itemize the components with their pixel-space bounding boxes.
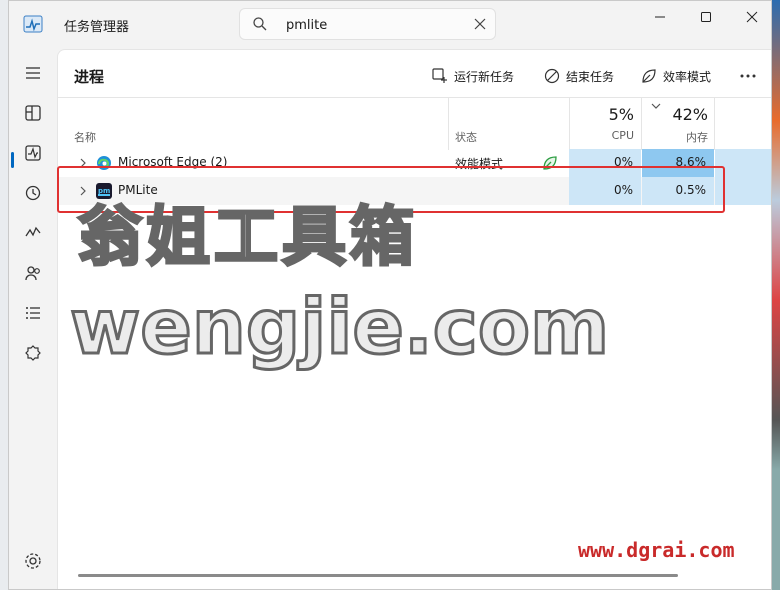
maximize-icon — [701, 12, 711, 22]
startup-icon — [25, 226, 41, 237]
leaf-icon — [642, 69, 656, 83]
search-input[interactable] — [286, 15, 456, 35]
end-task-icon — [544, 68, 560, 84]
column-header-status[interactable]: 状态 — [455, 129, 477, 145]
efficiency-mode-button[interactable]: 效率模式 — [641, 64, 711, 88]
watermark-text: 翁姐工具箱 — [77, 200, 418, 277]
close-icon — [746, 11, 758, 23]
page-title: 进程 — [74, 68, 105, 86]
search-icon — [253, 17, 267, 31]
run-new-task-icon — [432, 68, 447, 83]
side-navigation — [9, 49, 57, 589]
efficiency-mode-label: 效率模式 — [663, 69, 712, 84]
close-icon[interactable] — [473, 17, 487, 31]
task-manager-icon — [23, 15, 43, 33]
maximize-button[interactable] — [683, 1, 729, 33]
nav-item-details[interactable] — [21, 301, 45, 325]
column-separator — [714, 98, 715, 150]
nav-item-performance[interactable] — [21, 141, 45, 165]
performance-icon — [25, 145, 41, 161]
settings-icon[interactable] — [21, 549, 45, 573]
nav-item-startup[interactable] — [21, 221, 45, 245]
column-header-cpu[interactable]: CPU — [569, 129, 634, 142]
end-task-button[interactable]: 结束任务 — [544, 64, 614, 88]
hamburger-menu-button[interactable] — [21, 61, 45, 85]
processes-icon — [25, 105, 41, 121]
horizontal-scrollbar[interactable] — [78, 574, 678, 577]
run-new-task-label: 运行新任务 — [454, 69, 515, 84]
more-options-icon[interactable] — [738, 66, 758, 86]
nav-item-users[interactable] — [21, 261, 45, 285]
watermark-url: wengjie.com — [68, 281, 610, 373]
cpu-total-percent: 5% — [608, 105, 634, 124]
memory-total-percent: 42% — [672, 105, 708, 124]
nav-item-processes[interactable] — [21, 101, 45, 125]
hamburger-icon — [26, 67, 40, 79]
nav-item-app-history[interactable] — [21, 181, 45, 205]
title-bar: 任务管理器 — [9, 1, 771, 49]
search-box[interactable] — [239, 8, 496, 40]
nav-item-services[interactable] — [21, 341, 45, 365]
history-icon — [25, 185, 41, 201]
users-icon — [25, 266, 40, 281]
column-header-name[interactable]: 名称 — [74, 129, 96, 145]
minimize-icon — [655, 16, 665, 18]
app-title: 任务管理器 — [64, 20, 130, 35]
watermark-site: www.dgrai.com — [578, 538, 735, 562]
column-header-memory[interactable]: 内存 — [642, 129, 708, 145]
run-new-task-button[interactable]: 运行新任务 — [432, 64, 514, 88]
close-window-button[interactable] — [729, 1, 771, 33]
services-icon — [25, 345, 41, 361]
column-separator — [448, 98, 449, 150]
minimize-button[interactable] — [637, 1, 683, 33]
details-icon — [26, 307, 40, 319]
end-task-label: 结束任务 — [566, 69, 615, 84]
nav-selection-indicator — [11, 152, 14, 168]
toolbar-divider — [58, 97, 771, 98]
